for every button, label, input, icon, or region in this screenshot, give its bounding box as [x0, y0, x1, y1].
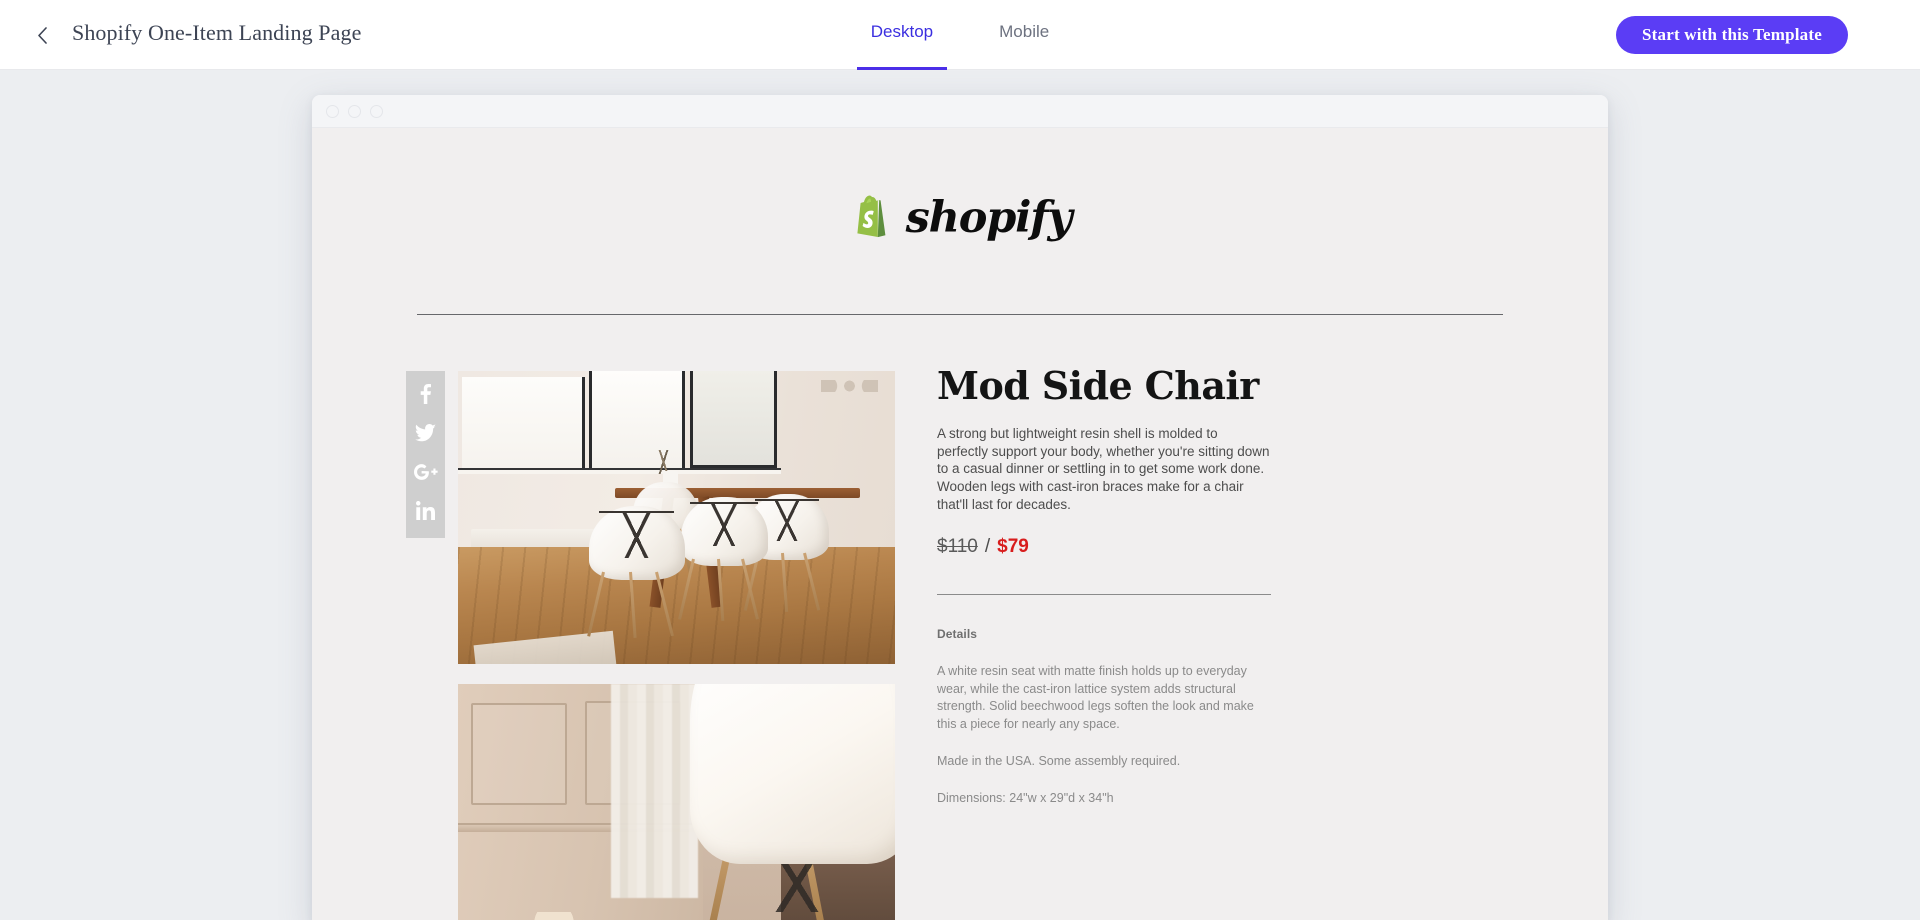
header-divider	[417, 314, 1503, 315]
dimensions-text: Dimensions: 24"w x 29"d x 34"h	[937, 790, 1114, 805]
details-heading: Details	[937, 626, 978, 641]
brand-logo: shopify	[312, 193, 1608, 243]
chevron-left-icon	[37, 26, 48, 44]
start-with-this-template-button[interactable]: Start with this Template	[1615, 16, 1848, 54]
window-minimize-dot	[348, 105, 361, 118]
tab-desktop[interactable]: Desktop	[856, 0, 948, 70]
social-share-bar	[406, 371, 445, 538]
back-button[interactable]	[28, 21, 56, 49]
preview-stage: shopify Mod Side Chair A strong but ligh…	[0, 70, 1920, 920]
google-plus-icon[interactable]	[413, 459, 438, 484]
template-preview-card[interactable]: shopify Mod Side Chair A strong but ligh…	[312, 95, 1608, 920]
window-controls	[326, 105, 383, 118]
browser-chrome-bar	[312, 95, 1608, 128]
chair-closeup-scene	[458, 684, 895, 920]
price-original: $110	[937, 535, 978, 557]
product-image-primary[interactable]	[458, 371, 895, 664]
window-close-dot	[326, 105, 339, 118]
brand-wordmark: shopify	[905, 193, 1073, 243]
window-maximize-dot	[370, 105, 383, 118]
details-divider	[937, 593, 1271, 595]
facebook-icon[interactable]	[414, 381, 438, 406]
top-bar: Shopify One-Item Landing Page Desktop Mo…	[0, 0, 1920, 70]
price-row: $110 / $79	[937, 536, 1337, 558]
product-description: A strong but lightweight resin shell is …	[937, 425, 1270, 513]
landing-page-content: shopify Mod Side Chair A strong but ligh…	[312, 128, 1608, 920]
page-title: Shopify One-Item Landing Page	[72, 20, 362, 45]
tab-mobile[interactable]: Mobile	[985, 0, 1063, 70]
twitter-icon[interactable]	[414, 420, 438, 445]
details-paragraph: A white resin seat with matte finish hol…	[937, 663, 1254, 732]
product-info: Mod Side Chair A strong but lightweight …	[937, 365, 1337, 807]
linkedin-icon[interactable]	[414, 498, 438, 523]
product-title: Mod Side Chair	[937, 363, 1259, 408]
shopify-bag-icon	[849, 194, 893, 242]
dining-room-scene	[458, 371, 895, 664]
made-in-text: Made in the USA. Some assembly required.	[937, 753, 1181, 768]
product-image-secondary[interactable]	[458, 684, 895, 920]
price-separator: /	[984, 535, 991, 557]
price-current: $79	[997, 535, 1029, 557]
